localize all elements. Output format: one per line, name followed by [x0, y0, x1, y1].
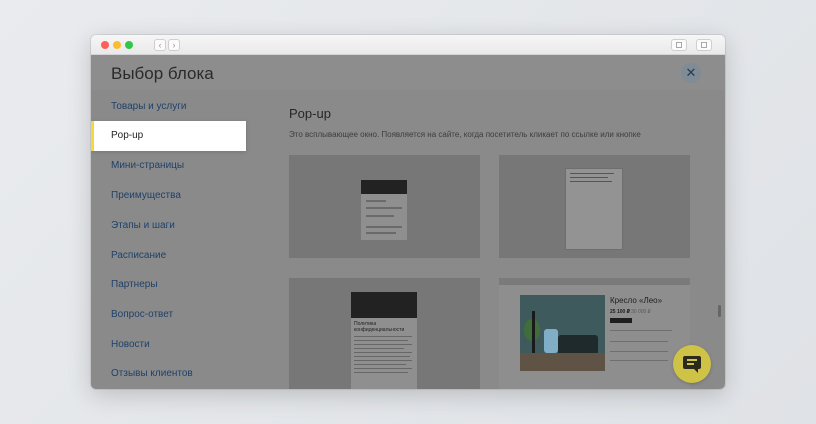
zoom-window-button[interactable]	[125, 41, 133, 49]
floor-shape	[520, 353, 605, 371]
preview-line	[354, 352, 412, 353]
sidebar-item-faq[interactable]: Вопрос-ответ	[111, 309, 173, 320]
back-button[interactable]: ‹	[154, 39, 166, 51]
preview-line	[366, 215, 394, 217]
preview-line	[570, 181, 612, 182]
sidebar-item-steps[interactable]: Этапы и шаги	[111, 220, 175, 231]
preview-line	[610, 351, 668, 352]
sidebar-item-products[interactable]: Товары и услуги	[111, 101, 187, 112]
preview-line	[366, 200, 386, 202]
preview-line	[366, 232, 396, 234]
close-icon[interactable]: ✕	[681, 63, 701, 83]
sidebar-item-news[interactable]: Новости	[111, 339, 150, 350]
preview-line	[366, 207, 402, 209]
titlebar: ‹ ›	[91, 35, 725, 55]
buy-button-preview	[610, 318, 632, 323]
preview-line	[366, 226, 402, 228]
picker-header: Выбор блока ✕	[91, 55, 725, 90]
block-list: Pop-up Это всплывающее окно. Появляется …	[269, 90, 725, 389]
block-card-popup-text[interactable]	[499, 155, 690, 258]
preview-line	[354, 368, 412, 369]
chat-icon	[683, 356, 701, 369]
sidebar-item-advantages[interactable]: Преимущества	[111, 190, 181, 201]
preview-line	[354, 336, 412, 337]
tabs-button[interactable]	[696, 39, 712, 51]
section-title: Pop-up	[289, 106, 331, 121]
preview-line	[610, 341, 668, 342]
block-picker: Выбор блока ✕ Товары и услуги Pop-up Мин…	[91, 55, 725, 389]
product-old-price: 30 000 ₽	[631, 309, 651, 315]
block-card-popup-product[interactable]: Кресло «Лео» 25 100 ₽ 30 000 ₽	[499, 278, 690, 389]
product-price: 25 100 ₽	[610, 309, 631, 315]
lamp-shape	[532, 311, 535, 355]
preview-line	[354, 356, 410, 357]
minimize-window-button[interactable]	[113, 41, 121, 49]
sidebar-item-popup[interactable]: Pop-up	[91, 121, 246, 151]
close-window-button[interactable]	[101, 41, 109, 49]
chat-icon-tail	[693, 368, 698, 373]
product-photo	[520, 295, 605, 371]
preview-header-bar	[361, 180, 407, 194]
preview-thumbnail: Политика конфиденциальности	[351, 292, 417, 389]
chair-shape	[544, 329, 558, 353]
chat-icon-line	[687, 363, 694, 365]
share-button[interactable]	[671, 39, 687, 51]
forward-button[interactable]: ›	[168, 39, 180, 51]
block-card-popup-policy[interactable]: Политика конфиденциальности	[289, 278, 480, 389]
scrollbar-thumb[interactable]	[718, 305, 721, 317]
page-title: Выбор блока	[111, 64, 214, 83]
preview-line	[610, 360, 668, 361]
sidebar-item-reviews[interactable]: Отзывы клиентов	[111, 368, 193, 379]
chat-button[interactable]	[673, 345, 711, 383]
sidebar-item-schedule[interactable]: Расписание	[111, 250, 166, 261]
share-icon	[676, 42, 682, 48]
preview-title: Политика конфиденциальности	[354, 321, 405, 333]
sidebar-item-mini-pages[interactable]: Мини-страницы	[111, 160, 184, 171]
preview-line	[354, 340, 408, 341]
preview-line	[354, 360, 412, 361]
tabs-icon	[701, 42, 707, 48]
category-sidebar: Товары и услуги Pop-up Мини-страницы Пре…	[91, 90, 269, 389]
browser-window: ‹ › Выбор блока ✕ Товары и услуги Pop-up…	[91, 35, 725, 389]
preview-thumbnail	[565, 168, 623, 250]
preview-line	[610, 330, 672, 331]
block-card-popup-form[interactable]	[289, 155, 480, 258]
preview-thumbnail	[361, 180, 407, 240]
preview-header-bar	[351, 292, 417, 318]
sofa-shape	[558, 335, 598, 355]
preview-strip	[499, 278, 690, 285]
product-title: Кресло «Лео»	[610, 296, 663, 305]
chat-icon-line	[687, 359, 697, 361]
preview-line	[570, 173, 614, 174]
preview-line	[354, 348, 404, 349]
preview-line	[354, 344, 412, 345]
section-description: Это всплывающее окно. Появляется на сайт…	[289, 130, 641, 139]
preview-line	[570, 177, 608, 178]
preview-line	[354, 364, 406, 365]
preview-line	[354, 372, 408, 373]
sidebar-item-partners[interactable]: Партнеры	[111, 279, 158, 290]
